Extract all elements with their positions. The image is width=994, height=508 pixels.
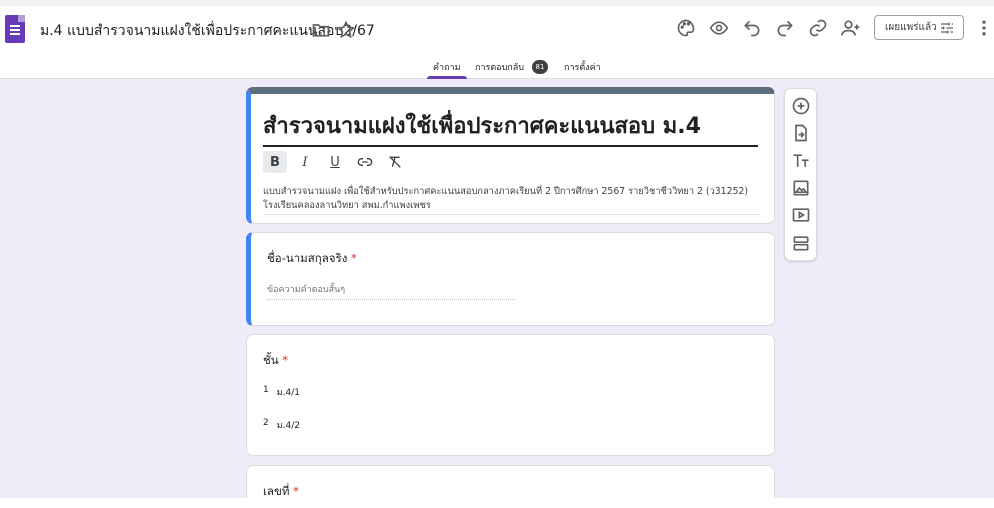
form-title-input[interactable]: สำรวจนามแฝงใช้เพื่อประกาศคะแนนสอบ ม.4	[263, 108, 758, 147]
insert-link-button[interactable]	[353, 151, 377, 173]
publish-button[interactable]: เผยแพร่แล้ว	[874, 15, 964, 40]
add-title-icon[interactable]	[787, 147, 815, 175]
list-item: 2 ม.4/2	[263, 418, 300, 432]
more-vert-icon[interactable]	[974, 14, 994, 42]
list-item: 1 ม.4/1	[263, 385, 300, 399]
import-questions-icon[interactable]	[787, 119, 815, 147]
description-line-2: โรงเรียนคลองลานวิทยา สพม.กำแพงเพชร	[263, 200, 431, 211]
tab-questions-label: คำถาม	[433, 63, 461, 73]
browser-strip	[0, 0, 994, 6]
tab-settings[interactable]: การตั้งค่า	[564, 56, 601, 78]
tab-bar: คำถาม การตอบกลับ 81 การตั้งค่า	[0, 56, 994, 79]
clear-format-icon	[389, 156, 401, 168]
link-icon[interactable]	[804, 14, 832, 42]
required-asterisk: *	[282, 353, 289, 367]
add-person-icon[interactable]	[837, 14, 865, 42]
question-title: ชื่อ-นามสกุลจริง *	[267, 250, 357, 268]
tune-icon	[941, 22, 953, 34]
add-video-icon[interactable]	[787, 201, 815, 229]
folder-icon[interactable]	[307, 16, 335, 44]
form-title-card[interactable]: สำรวจนามแฝงใช้เพื่อประกาศคะแนนสอบ ม.4 B …	[246, 87, 775, 224]
side-toolbar	[784, 88, 817, 261]
add-question-icon[interactable]	[787, 92, 815, 120]
question-title: ชั้น *	[263, 352, 288, 370]
question-title-text: เลขที่	[263, 484, 290, 498]
responses-count-badge: 81	[531, 60, 548, 74]
option-label: ม.4/2	[276, 421, 301, 431]
bottom-strip	[0, 498, 994, 508]
redo-icon[interactable]	[771, 14, 799, 42]
link-icon	[357, 158, 373, 166]
add-image-icon[interactable]	[787, 174, 815, 202]
option-number: 2	[263, 418, 269, 428]
description-line-1: แบบสำรวจนามแฝง เพื่อใช้สำหรับประกาศคะแนน…	[263, 186, 748, 197]
question-title-text: ชั้น	[263, 353, 279, 367]
publish-label: เผยแพร่แล้ว	[885, 22, 937, 33]
forms-logo-icon[interactable]	[5, 15, 25, 43]
short-answer-field: ข้อความคำตอบสั้นๆ	[267, 282, 515, 300]
add-section-icon[interactable]	[787, 229, 815, 257]
clear-format-button[interactable]	[383, 151, 407, 173]
tab-responses[interactable]: การตอบกลับ 81	[475, 56, 548, 78]
tab-responses-label: การตอบกลับ	[475, 63, 524, 73]
option-number: 1	[263, 385, 269, 395]
tab-questions[interactable]: คำถาม	[427, 56, 466, 79]
underline-button[interactable]: U	[323, 151, 347, 173]
eye-icon[interactable]	[705, 14, 733, 42]
question-card-name[interactable]: ชื่อ-นามสกุลจริง * ข้อความคำตอบสั้นๆ	[246, 232, 775, 326]
question-card-class[interactable]: ชั้น * 1 ม.4/1 2 ม.4/2	[246, 334, 775, 456]
top-bar: ม.4 แบบสำรวจนามแฝงใช้เพื่อประกาศคะแนนสอบ…	[0, 0, 994, 79]
format-toolbar: B I U	[263, 151, 407, 173]
bold-button[interactable]: B	[263, 151, 287, 173]
form-description[interactable]: แบบสำรวจนามแฝง เพื่อใช้สำหรับประกาศคะแนน…	[263, 185, 760, 215]
palette-icon[interactable]	[672, 14, 700, 42]
tab-settings-label: การตั้งค่า	[564, 63, 601, 73]
undo-icon[interactable]	[738, 14, 766, 42]
required-asterisk: *	[350, 251, 357, 265]
question-title-text: ชื่อ-นามสกุลจริง	[267, 251, 348, 265]
required-asterisk: *	[293, 484, 299, 498]
option-label: ม.4/1	[276, 388, 301, 398]
italic-button[interactable]: I	[293, 151, 317, 173]
star-icon[interactable]	[332, 16, 360, 44]
